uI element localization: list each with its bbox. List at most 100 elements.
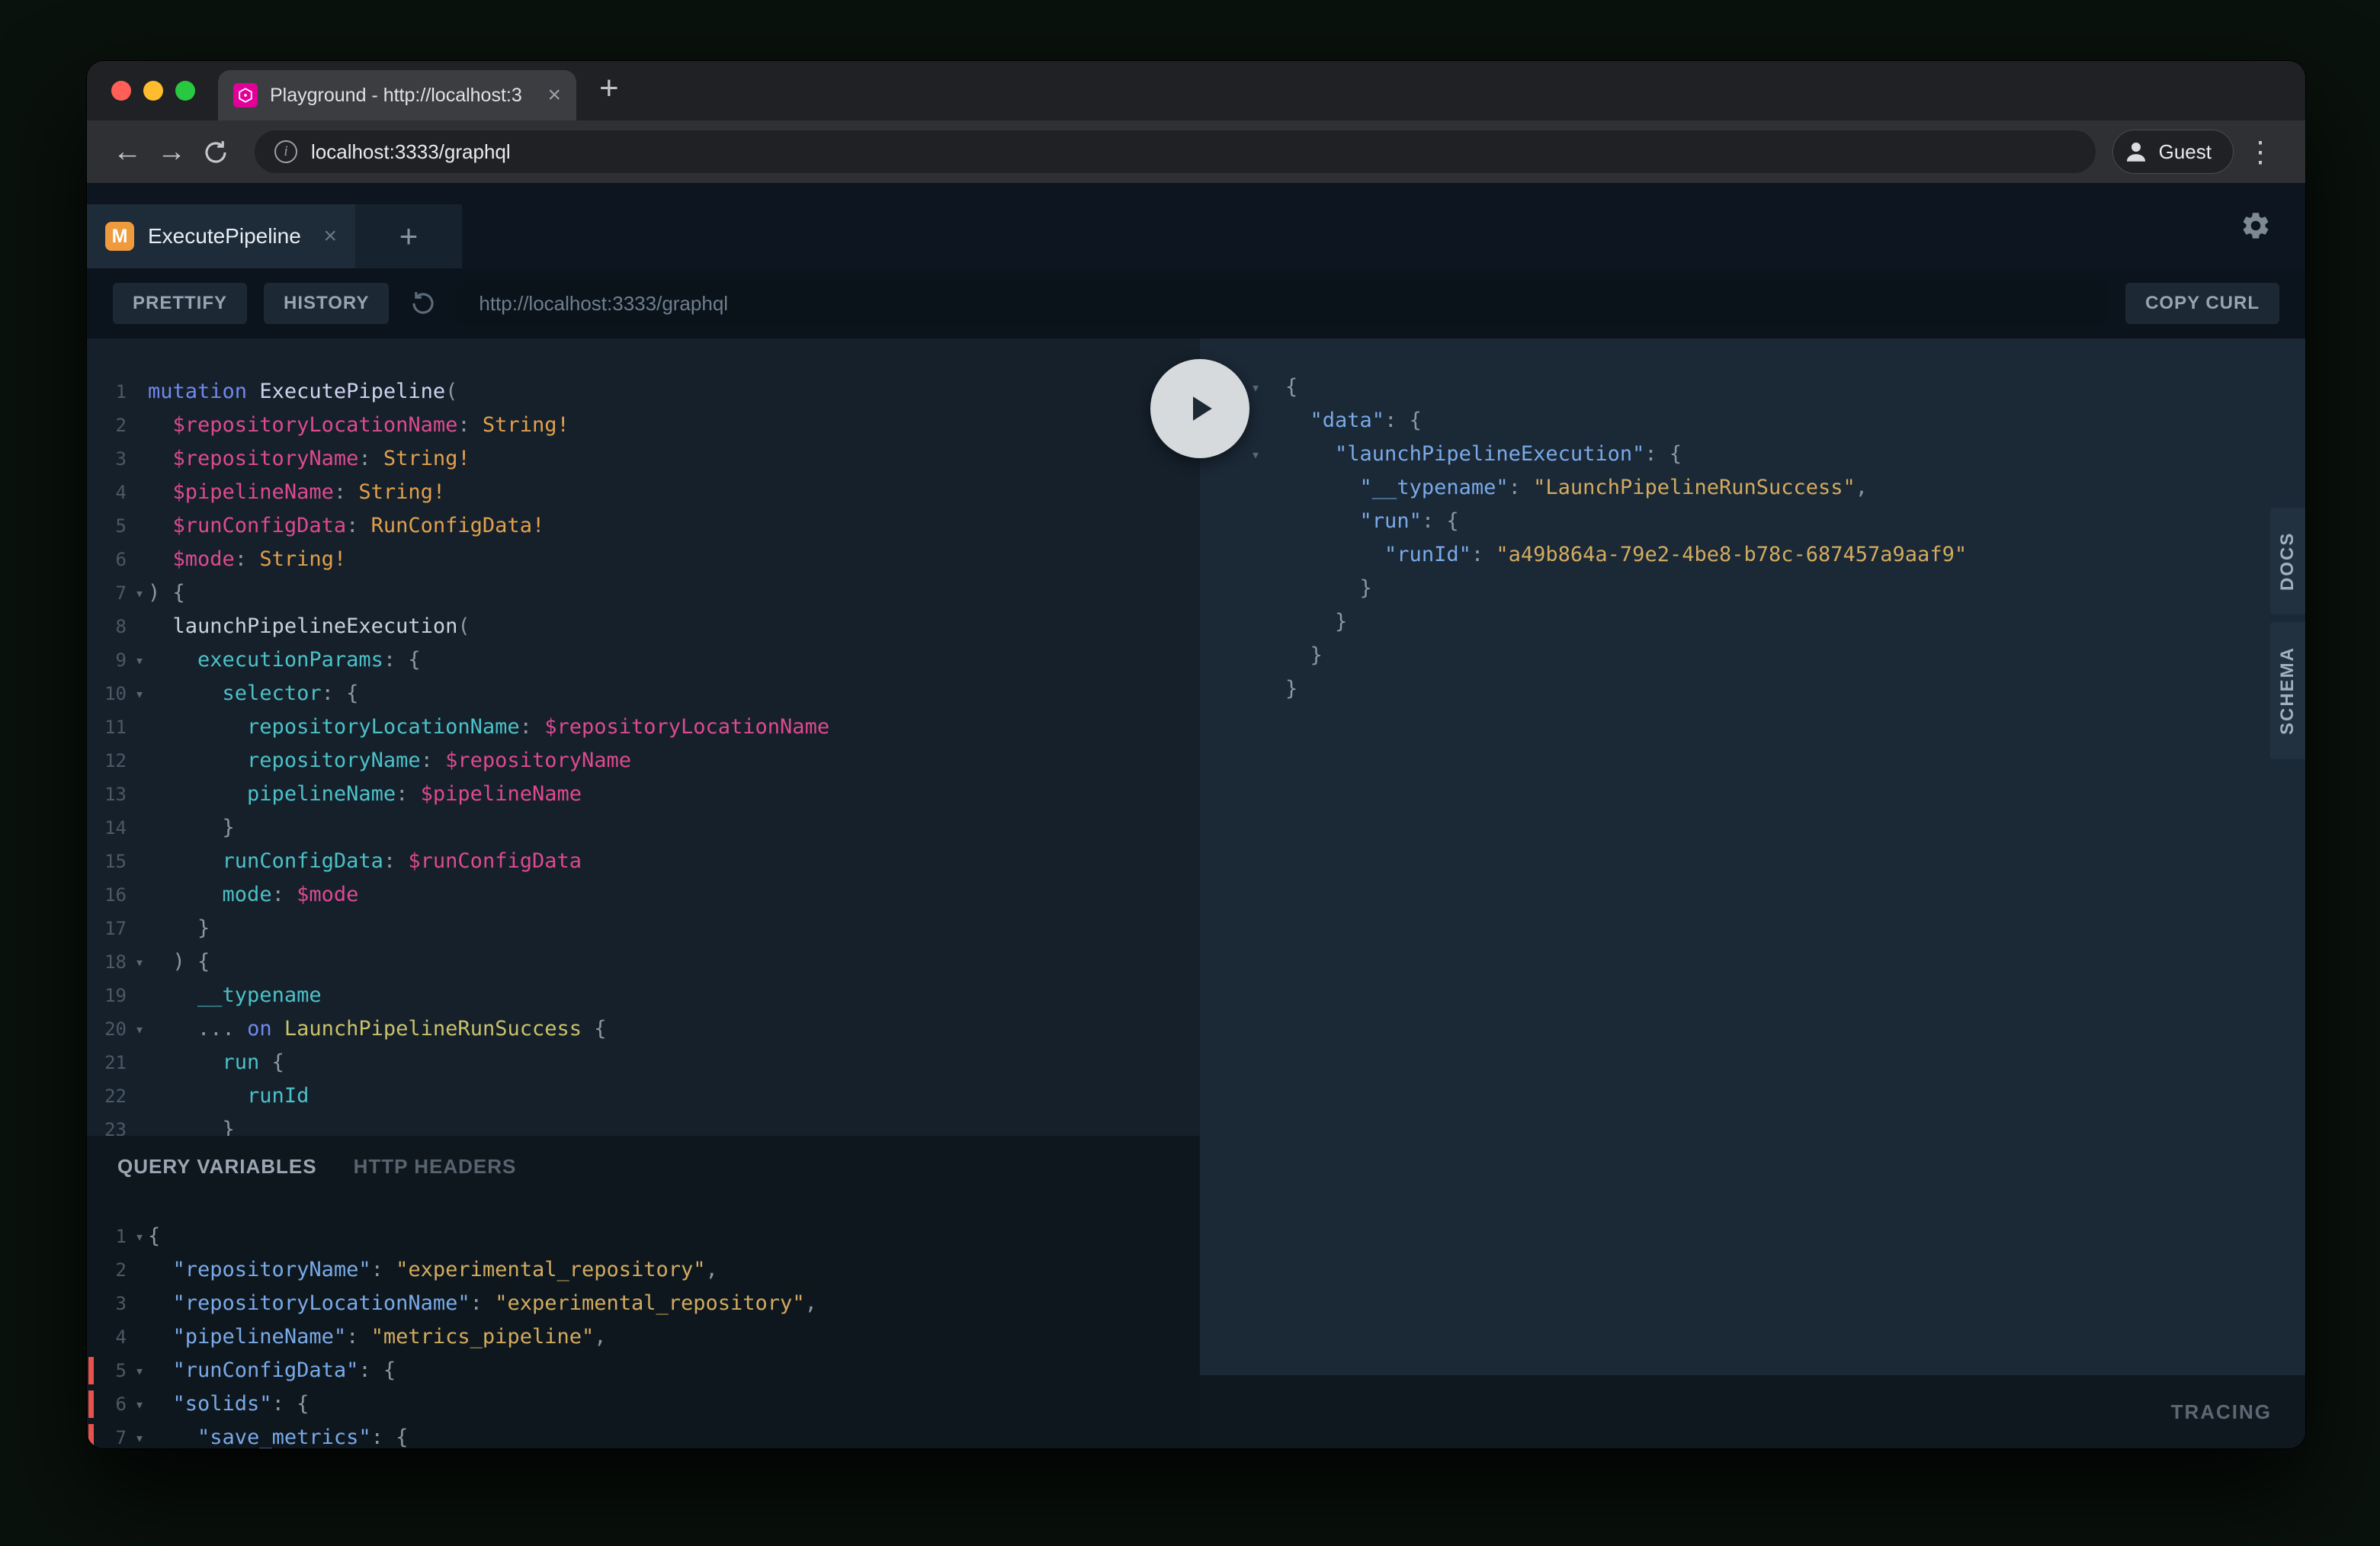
session-tab-close-icon[interactable]: × bbox=[323, 223, 337, 249]
browser-toolbar: ← → i localhost:3333/graphql Guest ⋮ bbox=[87, 120, 2305, 183]
code-line: 14 } bbox=[87, 811, 1200, 845]
code-line: ▾ "launchPipelineExecution": { bbox=[1200, 438, 2305, 471]
minimize-window-button[interactable] bbox=[143, 81, 163, 101]
execute-button[interactable] bbox=[1150, 359, 1249, 458]
line-number: 21 bbox=[87, 1046, 127, 1079]
code-line: 23 } bbox=[87, 1113, 1200, 1136]
code-line: "runId": "a49b864a-79e2-4be8-b78c-687457… bbox=[1200, 538, 2305, 572]
history-button[interactable]: HISTORY bbox=[264, 283, 389, 324]
fold-icon[interactable]: ▾ bbox=[130, 1220, 149, 1253]
line-number: 23 bbox=[87, 1113, 127, 1136]
guest-profile-button[interactable]: Guest bbox=[2112, 130, 2234, 174]
code-line: 20▾ ... on LaunchPipelineRunSuccess { bbox=[87, 1012, 1200, 1046]
line-number: 1 bbox=[87, 1220, 127, 1253]
session-tab-title: ExecutePipeline bbox=[148, 224, 310, 249]
code-line: 21 run { bbox=[87, 1046, 1200, 1079]
fold-icon[interactable]: ▾ bbox=[130, 1421, 149, 1448]
site-info-icon[interactable]: i bbox=[274, 140, 297, 163]
line-number: 15 bbox=[87, 845, 127, 878]
zoom-window-button[interactable] bbox=[175, 81, 195, 101]
code-line: 12 repositoryName: $repositoryName bbox=[87, 744, 1200, 778]
code-line: 7▾) { bbox=[87, 576, 1200, 610]
line-number: 3 bbox=[87, 442, 127, 476]
line-number: 14 bbox=[87, 811, 127, 845]
fold-icon[interactable]: ▾ bbox=[130, 1354, 149, 1387]
code-line: 5▾ "runConfigData": { bbox=[87, 1354, 1200, 1387]
line-number: 9 bbox=[87, 643, 127, 677]
traffic-lights bbox=[87, 81, 218, 101]
variables-editor[interactable]: 1▾{2 "repositoryName": "experimental_rep… bbox=[87, 1197, 1200, 1448]
session-tab-executepipeline[interactable]: M ExecutePipeline × bbox=[87, 204, 355, 268]
address-bar[interactable]: i localhost:3333/graphql bbox=[255, 130, 2096, 173]
fold-icon[interactable]: ▾ bbox=[130, 576, 149, 610]
code-line: 19 __typename bbox=[87, 979, 1200, 1012]
line-number: 3 bbox=[87, 1287, 127, 1320]
line-number: 8 bbox=[87, 610, 127, 643]
response-footer: TRACING bbox=[1200, 1375, 2305, 1448]
browser-menu-kebab-icon[interactable]: ⋮ bbox=[2234, 135, 2287, 169]
browser-window: Playground - http://localhost:3 × + ← → … bbox=[87, 61, 2305, 1448]
code-line: 11 repositoryLocationName: $repositoryLo… bbox=[87, 710, 1200, 744]
prettify-button[interactable]: PRETTIFY bbox=[113, 283, 247, 324]
back-button[interactable]: ← bbox=[105, 136, 149, 168]
close-window-button[interactable] bbox=[111, 81, 131, 101]
code-line: "run": { bbox=[1200, 505, 2305, 538]
tab-query-variables[interactable]: QUERY VARIABLES bbox=[117, 1155, 317, 1179]
new-session-tab-button[interactable]: + bbox=[355, 204, 462, 268]
line-number: 19 bbox=[87, 979, 127, 1012]
line-number: 20 bbox=[87, 1012, 127, 1046]
code-line: 3 "repositoryLocationName": "experimenta… bbox=[87, 1287, 1200, 1320]
copy-curl-button[interactable]: COPY CURL bbox=[2125, 283, 2279, 324]
browser-tab[interactable]: Playground - http://localhost:3 × bbox=[218, 70, 576, 120]
line-number: 22 bbox=[87, 1079, 127, 1113]
fold-icon[interactable]: ▾ bbox=[130, 1387, 149, 1421]
query-pane: 1mutation ExecutePipeline(2 $repositoryL… bbox=[87, 338, 1200, 1448]
response-pane: ▾{ "data": {▾ "launchPipelineExecution":… bbox=[1200, 338, 2305, 1448]
line-number: 13 bbox=[87, 778, 127, 811]
code-line: 4 "pipelineName": "metrics_pipeline", bbox=[87, 1320, 1200, 1354]
line-number: 2 bbox=[87, 409, 127, 442]
schema-tab[interactable]: SCHEMA bbox=[2270, 622, 2305, 759]
line-number: 5 bbox=[87, 509, 127, 543]
guest-label: Guest bbox=[2159, 140, 2212, 164]
fold-icon[interactable]: ▾ bbox=[130, 643, 149, 677]
line-number: 4 bbox=[87, 1320, 127, 1354]
code-line: 3 $repositoryName: String! bbox=[87, 442, 1200, 476]
play-icon bbox=[1179, 388, 1220, 429]
line-number: 16 bbox=[87, 878, 127, 912]
line-number: 2 bbox=[87, 1253, 127, 1287]
line-number: 6 bbox=[87, 543, 127, 576]
line-number: 18 bbox=[87, 945, 127, 979]
query-editor[interactable]: 1mutation ExecutePipeline(2 $repositoryL… bbox=[87, 338, 1200, 1136]
forward-button[interactable]: → bbox=[149, 136, 194, 168]
variables-section: QUERY VARIABLES HTTP HEADERS 1▾{2 "repos… bbox=[87, 1136, 1200, 1448]
fold-icon[interactable]: ▾ bbox=[1246, 438, 1265, 471]
graphql-playground: M ExecutePipeline × + PRETTIFY HISTORY h… bbox=[87, 183, 2305, 1448]
fold-icon[interactable]: ▾ bbox=[130, 1012, 149, 1046]
tracing-label[interactable]: TRACING bbox=[2171, 1400, 2272, 1424]
code-line: 1mutation ExecutePipeline( bbox=[87, 375, 1200, 409]
fold-icon[interactable]: ▾ bbox=[130, 677, 149, 710]
code-line: 16 mode: $mode bbox=[87, 878, 1200, 912]
line-number: 5 bbox=[87, 1354, 127, 1387]
code-line: 2 "repositoryName": "experimental_reposi… bbox=[87, 1253, 1200, 1287]
docs-tab[interactable]: DOCS bbox=[2270, 508, 2305, 614]
line-number: 4 bbox=[87, 476, 127, 509]
browser-tabstrip: Playground - http://localhost:3 × + bbox=[87, 61, 2305, 120]
code-line: 2 $repositoryLocationName: String! bbox=[87, 409, 1200, 442]
reload-schema-icon[interactable] bbox=[410, 290, 436, 316]
code-line: 6 $mode: String! bbox=[87, 543, 1200, 576]
line-number: 12 bbox=[87, 744, 127, 778]
settings-gear-icon[interactable] bbox=[2240, 210, 2272, 242]
endpoint-input[interactable]: http://localhost:3333/graphql bbox=[457, 281, 2109, 326]
line-number: 6 bbox=[87, 1387, 127, 1421]
code-line: "data": { bbox=[1200, 404, 2305, 438]
tab-http-headers[interactable]: HTTP HEADERS bbox=[354, 1155, 517, 1179]
response-viewer[interactable]: ▾{ "data": {▾ "launchPipelineExecution":… bbox=[1200, 338, 2305, 1375]
fold-icon[interactable]: ▾ bbox=[130, 945, 149, 979]
reload-button[interactable] bbox=[194, 136, 238, 168]
line-number: 17 bbox=[87, 912, 127, 945]
line-number: 10 bbox=[87, 677, 127, 710]
new-tab-button[interactable]: + bbox=[599, 72, 619, 110]
browser-tab-close-icon[interactable]: × bbox=[547, 82, 561, 108]
